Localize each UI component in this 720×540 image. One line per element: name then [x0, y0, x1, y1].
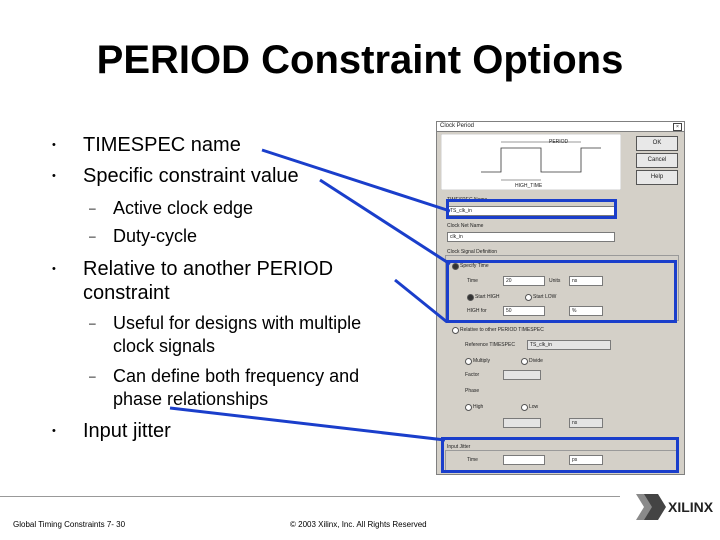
pointer-lines: [169, 148, 451, 442]
pointer-line-relative: [394, 278, 448, 324]
pointer-line-constraint-value: [319, 178, 451, 266]
pointer-line-jitter: [169, 406, 446, 442]
footer-copyright: © 2003 Xilinx, Inc. All Rights Reserved: [290, 520, 427, 529]
xilinx-logo: XILINX: [636, 494, 714, 520]
footer-divider: [0, 496, 620, 497]
footer-slide-number: Global Timing Constraints 7- 30: [13, 520, 126, 529]
xilinx-logo-text: XILINX: [668, 499, 714, 515]
